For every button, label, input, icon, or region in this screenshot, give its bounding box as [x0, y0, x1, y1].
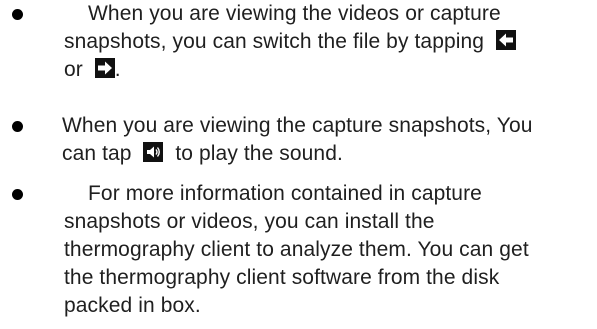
text-line: When you are viewing the capture snapsho…: [62, 114, 533, 137]
bullet-dot: [12, 121, 23, 132]
arrow-left-icon: [495, 30, 516, 50]
text-line: packed in box.: [64, 294, 201, 317]
text-line: can tap to play the sound.: [62, 140, 597, 168]
text-line: snapshots, you can switch the file by ta…: [62, 28, 597, 56]
text-fragment: snapshots, you can switch the file by ta…: [64, 30, 485, 53]
text-line: the thermography client software from th…: [64, 266, 500, 289]
text-line: snapshots or videos, you can install the: [64, 210, 435, 233]
arrow-right-icon: [94, 58, 115, 78]
bullet-text: When you are viewing the capture snapsho…: [62, 112, 597, 168]
text-fragment: or: [64, 58, 83, 81]
text-line: thermography client to analyze them. You…: [64, 238, 529, 261]
text-fragment: .: [114, 58, 121, 81]
speaker-sound-icon: [143, 142, 164, 162]
text-fragment: can tap: [62, 142, 132, 165]
bullet-text: When you are viewing the videos or captu…: [62, 0, 597, 84]
text-line: For more information contained in captur…: [88, 182, 482, 205]
text-fragment: to play the sound.: [175, 142, 343, 165]
bullet-dot: [12, 9, 23, 20]
bullet-text: For more information contained in captur…: [62, 180, 597, 320]
bullet-dot: [12, 189, 23, 200]
text-line: or .: [62, 56, 597, 84]
text-line: When you are viewing the videos or captu…: [88, 2, 501, 25]
